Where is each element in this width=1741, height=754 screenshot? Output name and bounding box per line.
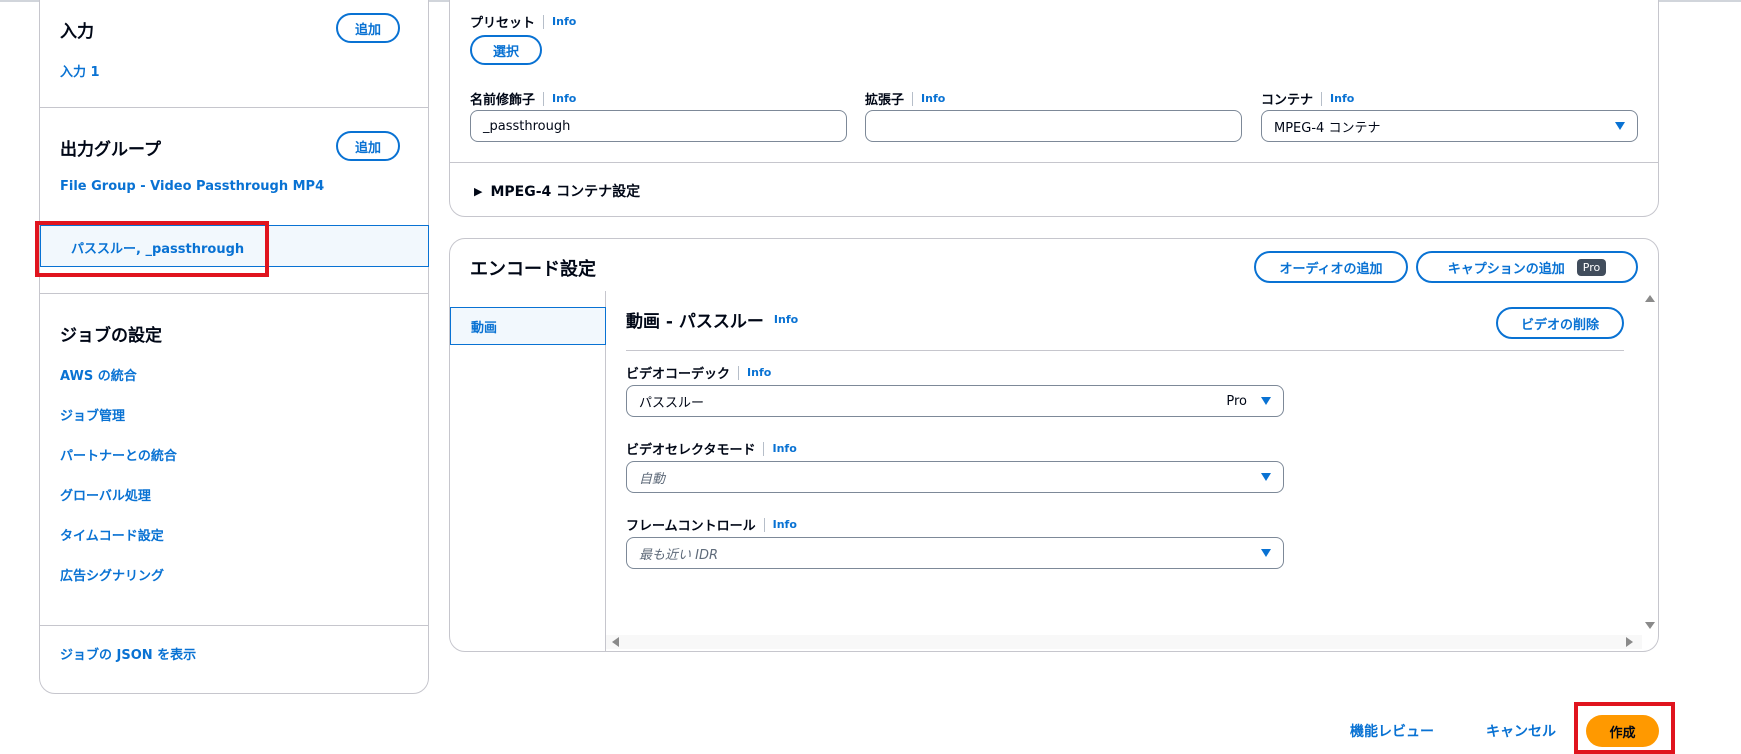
preset-info-link[interactable]: Info (552, 15, 576, 28)
horizontal-scrollbar[interactable] (606, 635, 1642, 649)
add-audio-button[interactable]: オーディオの追加 (1254, 251, 1408, 283)
name-modifier-info-link[interactable]: Info (552, 92, 576, 105)
global-processing-link[interactable]: グローバル処理 (60, 485, 151, 504)
video-codec-label-text: ビデオコーデック (626, 367, 731, 382)
partner-integration-link[interactable]: パートナーとの統合 (60, 445, 177, 464)
divider (40, 625, 428, 626)
scroll-right-icon[interactable] (1626, 637, 1633, 647)
video-section-header: 動画 - パススルー Info (626, 307, 798, 332)
create-button[interactable]: 作成 (1586, 715, 1659, 747)
video-codec-label: ビデオコーデック Info (626, 363, 771, 382)
tabs-divider (605, 291, 606, 651)
extension-input[interactable] (865, 110, 1242, 142)
tab-video-label: 動画 (471, 320, 498, 336)
vertical-scrollbar[interactable] (1642, 291, 1658, 635)
ad-signaling-link[interactable]: 広告シグナリング (60, 565, 164, 584)
scroll-down-icon[interactable] (1645, 622, 1655, 629)
view-job-json-link[interactable]: ジョブの JSON を表示 (60, 644, 196, 663)
separator (543, 91, 545, 106)
caret-right-icon: ▶ (474, 184, 483, 198)
pro-badge: Pro (1576, 258, 1607, 276)
extension-label: 拡張子 Info (865, 89, 945, 108)
video-selector-mode-label-text: ビデオセレクタモード (626, 443, 756, 458)
add-caption-label: キャプションの追加 (1447, 261, 1565, 277)
add-input-button[interactable]: 追加 (336, 13, 400, 43)
frame-control-value: 最も近い IDR (639, 547, 719, 563)
name-modifier-label: 名前修飾子 Info (470, 89, 576, 108)
video-codec-value: パススルー (639, 395, 705, 411)
divider (40, 293, 428, 294)
name-modifier-input[interactable]: _passthrough (470, 110, 847, 142)
caret-down-icon (1261, 473, 1271, 481)
mpeg4-settings-label: MPEG-4 コンテナ設定 (490, 184, 641, 200)
output-passthrough-link[interactable]: パススルー, _passthrough (71, 238, 244, 257)
frame-control-info-link[interactable]: Info (773, 518, 797, 531)
mpeg4-settings-expander[interactable]: ▶ MPEG-4 コンテナ設定 (474, 181, 640, 201)
container-label-text: コンテナ (1261, 93, 1314, 108)
separator (763, 517, 765, 532)
container-label: コンテナ Info (1261, 89, 1354, 108)
output-settings-card: プリセット Info 選択 名前修飾子 Info _passthrough 拡張… (449, 0, 1659, 217)
container-info-link[interactable]: Info (1330, 92, 1354, 105)
video-selector-mode-select[interactable]: 自動 (626, 461, 1284, 493)
feature-review-link[interactable]: 機能レビュー (1350, 721, 1434, 741)
scroll-up-icon[interactable] (1645, 295, 1655, 302)
divider (450, 162, 1658, 163)
delete-video-button[interactable]: ビデオの削除 (1496, 307, 1624, 339)
output-group-link[interactable]: File Group - Video Passthrough MP4 (60, 179, 324, 194)
preset-label-text: プリセット (470, 16, 536, 31)
video-section-title: 動画 - パススルー (626, 312, 764, 332)
cancel-link[interactable]: キャンセル (1486, 721, 1556, 741)
encode-settings-title: エンコード設定 (470, 259, 596, 280)
job-management-link[interactable]: ジョブ管理 (60, 405, 125, 424)
selected-output-item[interactable]: パススルー, _passthrough (40, 225, 429, 267)
separator (738, 365, 740, 380)
separator (1321, 91, 1323, 106)
job-settings-title: ジョブの設定 (60, 326, 162, 346)
preset-label: プリセット Info (470, 12, 576, 31)
frame-control-label-text: フレームコントロール (626, 519, 756, 534)
extension-label-text: 拡張子 (865, 93, 905, 108)
scroll-left-icon[interactable] (612, 637, 619, 647)
frame-control-select[interactable]: 最も近い IDR (626, 537, 1284, 569)
video-codec-select[interactable]: パススルー Pro (626, 385, 1284, 417)
frame-control-label: フレームコントロール Info (626, 515, 797, 534)
tab-video[interactable]: 動画 (450, 307, 606, 345)
separator (763, 441, 765, 456)
aws-integration-link[interactable]: AWS の統合 (60, 365, 137, 384)
timecode-settings-link[interactable]: タイムコード設定 (60, 525, 164, 544)
separator (912, 91, 914, 106)
divider (40, 107, 428, 108)
extension-info-link[interactable]: Info (921, 92, 945, 105)
preset-select-button[interactable]: 選択 (470, 35, 542, 65)
container-select[interactable]: MPEG-4 コンテナ (1261, 110, 1638, 142)
video-section-info-link[interactable]: Info (774, 313, 798, 326)
encode-settings-card: エンコード設定 オーディオの追加 キャプションの追加 Pro 動画 動画 - パ… (449, 238, 1659, 652)
video-selector-mode-label: ビデオセレクタモード Info (626, 439, 797, 458)
codec-pro-label: Pro (1226, 394, 1247, 409)
caret-down-icon (1261, 549, 1271, 557)
output-groups-title: 出力グループ (60, 140, 161, 160)
input-1-link[interactable]: 入力 1 (60, 61, 100, 80)
caret-down-icon (1261, 397, 1271, 405)
separator (543, 14, 545, 29)
name-modifier-label-text: 名前修飾子 (470, 93, 536, 108)
add-output-group-button[interactable]: 追加 (336, 131, 400, 161)
video-codec-info-link[interactable]: Info (747, 366, 771, 379)
inputs-title: 入力 (60, 22, 94, 42)
add-caption-button[interactable]: キャプションの追加 Pro (1416, 251, 1638, 283)
video-selector-mode-info-link[interactable]: Info (772, 442, 796, 455)
divider (626, 350, 1624, 351)
caret-down-icon (1615, 122, 1625, 130)
container-select-value: MPEG-4 コンテナ (1274, 120, 1381, 136)
job-navigation-panel: 入力 追加 入力 1 出力グループ 追加 File Group - Video … (39, 0, 429, 694)
video-selector-mode-value: 自動 (639, 471, 666, 487)
